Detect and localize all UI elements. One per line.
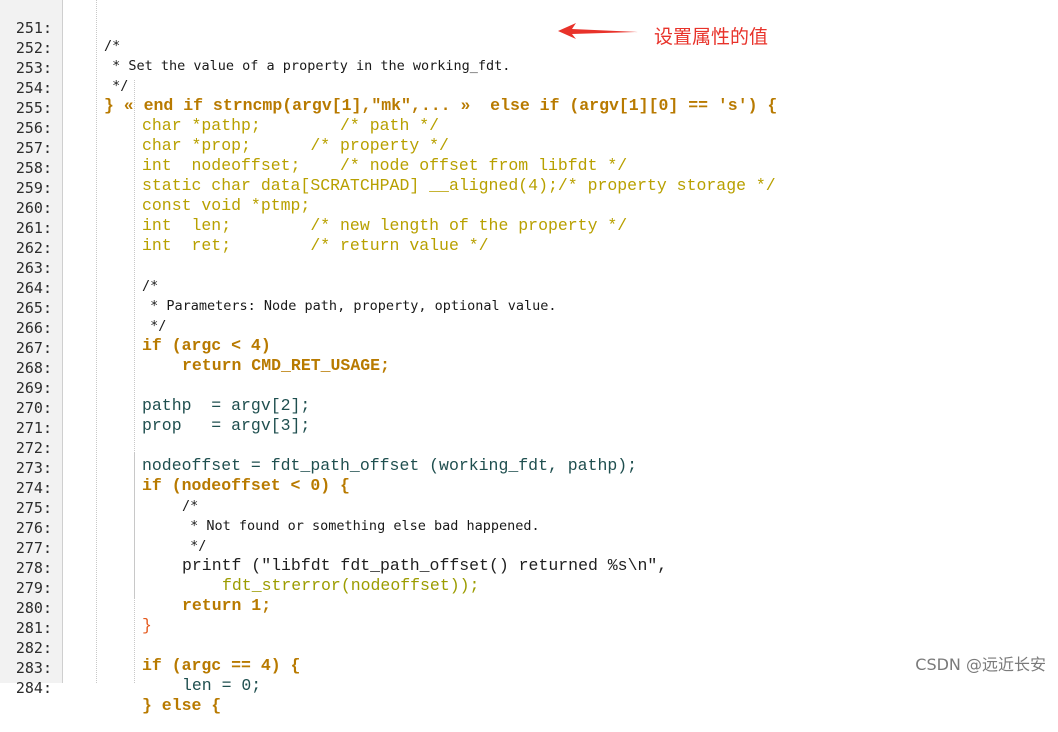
code-line: 255: char *pathp; /* path */ xyxy=(0,80,1058,135)
code-line: 266: if (argc < 4) xyxy=(0,300,1058,355)
code-line: 265: */ xyxy=(0,280,1058,334)
code-line: 251: /* xyxy=(0,0,1058,54)
code-line: 272: nodeoffset = fdt_path_offset (worki… xyxy=(0,420,1058,475)
code-line: 260: int len; /* new length of the prope… xyxy=(0,180,1058,235)
code-line: 259: const void *ptmp; xyxy=(0,160,1058,215)
code-line: 283: len = 0; xyxy=(0,640,1058,695)
code-line: 269: pathp = argv[2]; xyxy=(0,360,1058,415)
code-line: 258: static char data[SCRATCHPAD] __alig… xyxy=(0,140,1058,195)
code-line: 279: return 1; xyxy=(0,560,1058,615)
code-line: 262: xyxy=(0,220,1058,257)
code-line: 264: * Parameters: Node path, property, … xyxy=(0,260,1058,314)
red-arrow-icon xyxy=(558,23,638,39)
code-line: 261: int ret; /* return value */ xyxy=(0,200,1058,255)
code-line: 256: char *prop; /* property */ xyxy=(0,100,1058,155)
code-line: 273: if (nodeoffset < 0) { xyxy=(0,440,1058,495)
code-line: 284: } else { xyxy=(0,660,1058,715)
code-line: 268: xyxy=(0,340,1058,377)
code-line: 253: */ xyxy=(0,40,1058,94)
line-number: 284: xyxy=(15,679,52,697)
watermark: CSDN @远近长安 xyxy=(915,655,1046,674)
code-line: 278: fdt_strerror(nodeoffset)); xyxy=(0,540,1058,595)
code-line: 270: prop = argv[3]; xyxy=(0,380,1058,435)
annotation-label: 设置属性的值 xyxy=(654,26,769,48)
code-line: 252: * Set the value of a property in th… xyxy=(0,20,1058,74)
code-editor[interactable]: 251: /* 252: * Set the value of a proper… xyxy=(0,0,1058,715)
code-line: 267: return CMD_RET_USAGE; xyxy=(0,320,1058,375)
code-line: 254: } « end if strncmp(argv[1],"mk",...… xyxy=(0,60,1058,115)
code-text: } else { xyxy=(142,696,222,715)
code-line: 275: * Not found or something else bad h… xyxy=(0,480,1058,534)
code-line: 277: printf ("libfdt fdt_path_offset() r… xyxy=(0,520,1058,575)
code-line: 280: } xyxy=(0,580,1058,635)
code-line: 274: /* xyxy=(0,460,1058,514)
code-line: 257: int nodeoffset; /* node offset from… xyxy=(0,120,1058,175)
code-line: 276: */ xyxy=(0,500,1058,554)
code-line: 281: xyxy=(0,600,1058,637)
code-line: 271: xyxy=(0,400,1058,437)
code-line: 263: /* xyxy=(0,240,1058,294)
code-line: 282: if (argc == 4) { xyxy=(0,620,1058,675)
